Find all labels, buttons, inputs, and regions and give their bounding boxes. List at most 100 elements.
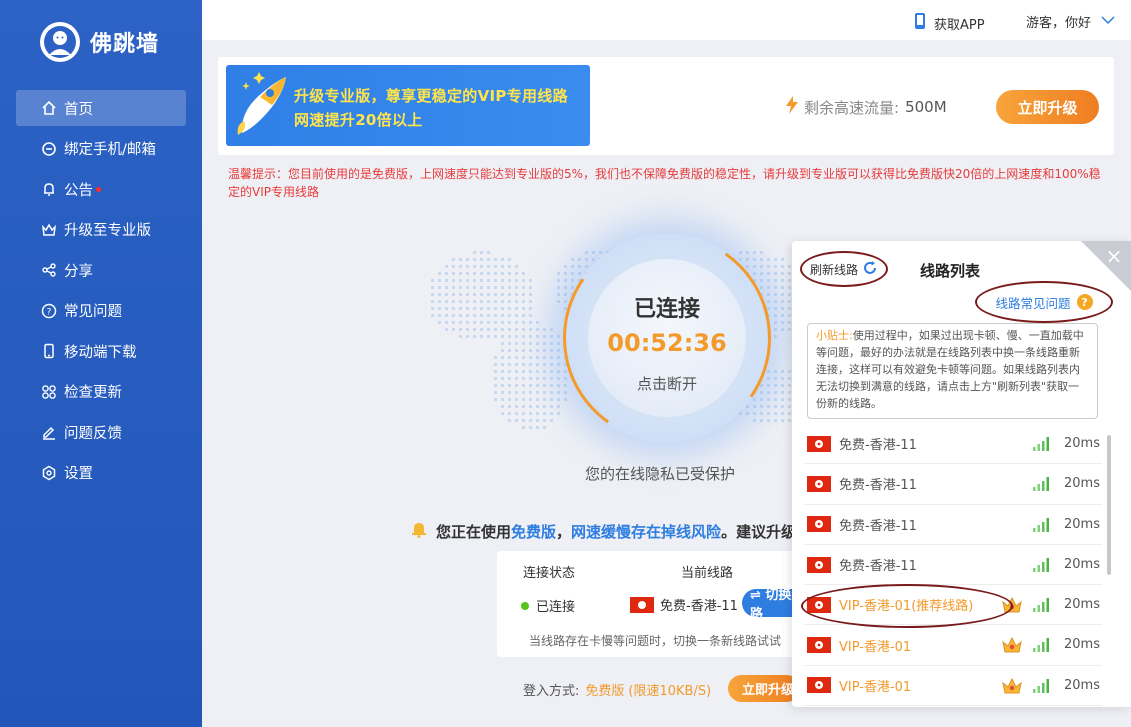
- crown-icon: [40, 221, 58, 239]
- promo-banner[interactable]: 升级专业版，尊享更稳定的VIP专用线路 网速提升20倍以上: [226, 65, 590, 146]
- sidebar-item-label: 公告: [64, 182, 93, 199]
- route-header: 当前线路: [681, 566, 734, 581]
- sidebar-item-label: 绑定手机/邮箱: [64, 142, 156, 158]
- route-item[interactable]: VIP-香港-01 20ms: [804, 625, 1102, 666]
- vip-crown-icon: [1002, 636, 1022, 658]
- route-list-scrollbar[interactable]: [1107, 435, 1111, 575]
- route-latency: 20ms: [1064, 556, 1100, 572]
- notice-prefix: 您正在使用: [436, 522, 512, 541]
- home-icon: [40, 99, 58, 117]
- sidebar-item-announcement[interactable]: 公告: [16, 171, 186, 207]
- hong-kong-flag-icon: [807, 475, 831, 492]
- route-faq-link[interactable]: 线路常见问题 ?: [975, 281, 1113, 323]
- route-latency: 20ms: [1064, 597, 1100, 613]
- sidebar-nav: 首页 绑定手机/邮箱 公告 升级至专业版 分享 ? 常见问题 移动端下载 检查更…: [16, 90, 186, 495]
- upgrade-now-button[interactable]: 立即升级: [996, 90, 1099, 124]
- switch-tip: 当线路存在卡慢等问题时，切换一条新线路试试: [529, 634, 782, 648]
- promo-title: 升级专业版，尊享更稳定的VIP专用线路: [294, 87, 568, 105]
- user-menu[interactable]: 游客，你好: [1026, 12, 1115, 31]
- traffic-value: 500M: [905, 98, 947, 116]
- sidebar-item-settings[interactable]: 设置: [16, 455, 186, 491]
- upgrade-now-small-button[interactable]: 立即升级: [728, 675, 800, 702]
- signal-strength-icon: [1033, 477, 1049, 492]
- svg-text:?: ?: [47, 307, 52, 317]
- promo-subtitle: 网速提升20倍以上: [294, 111, 423, 129]
- tips-text: 使用过程中，如果过出现卡顿、慢、一直加载中等问题，最好的办法就是在线路列表中换一…: [816, 329, 1084, 410]
- hong-kong-flag-icon: [807, 435, 831, 452]
- disconnect-label: 点击断开: [636, 375, 697, 393]
- get-app-label: 获取APP: [934, 17, 985, 33]
- login-label: 登入方式:: [523, 684, 580, 699]
- route-name: 免费-香港-11: [839, 478, 917, 494]
- warning-notice: 温馨提示：您目前使用的是免费版，上网速度只能达到专业版的5%，我们也不保障免费版…: [228, 167, 1101, 199]
- sidebar-item-label: 移动端下载: [64, 344, 137, 361]
- sidebar-item-label: 问题反馈: [64, 425, 122, 442]
- sidebar-item-feedback[interactable]: 问题反馈: [16, 414, 186, 450]
- route-item[interactable]: VIP-香港-01 20ms: [804, 666, 1102, 707]
- notice-suffix: 。建议升级: [721, 522, 795, 541]
- user-greeting: 游客，你好: [1026, 16, 1092, 31]
- connection-status: 已连接: [521, 596, 575, 615]
- rocket-icon: [232, 71, 290, 145]
- sidebar-item-faq[interactable]: ? 常见问题: [16, 293, 186, 329]
- status-header: 连接状态: [523, 566, 576, 581]
- route-list: 免费-香港-11 20ms 免费-香港-11 20ms 免费-香港-11 20ms 免费-香…: [804, 424, 1102, 707]
- get-app-link[interactable]: 获取APP: [914, 12, 985, 34]
- edit-icon: [40, 423, 58, 441]
- disconnect-dial-button[interactable]: 已连接 00:52:36 点击断开: [588, 259, 746, 417]
- switch-route-button[interactable]: ⇌ 切换线路: [742, 588, 797, 622]
- sidebar-item-bind[interactable]: 绑定手机/邮箱: [16, 131, 186, 167]
- connection-status-value: 已连接: [536, 600, 576, 615]
- notice-slow: 网速缓慢存在掉线风险: [571, 522, 722, 541]
- lightning-icon: [786, 96, 798, 118]
- route-item[interactable]: 免费-香港-11 20ms: [804, 464, 1102, 505]
- route-name: VIP-香港-01: [839, 639, 912, 655]
- sidebar-item-label: 升级至专业版: [64, 223, 151, 239]
- upgrade-banner-card: 升级专业版，尊享更稳定的VIP专用线路 网速提升20倍以上 剩余高速流量: 50…: [218, 57, 1114, 155]
- app-name: 佛跳墙: [90, 32, 160, 57]
- tips-label: 小贴士:: [816, 329, 853, 342]
- sidebar-item-share[interactable]: 分享: [16, 252, 186, 288]
- login-plan: 免费版: [585, 684, 625, 699]
- route-name: 免费-香港-11: [839, 559, 917, 575]
- connection-info-card: 连接状态 当前线路 已连接 免费-香港-11 ⇌ 切换线路 当线路存在卡慢等问题…: [497, 551, 797, 657]
- route-item[interactable]: VIP-香港-01(推荐线路) 20ms: [804, 585, 1102, 626]
- route-faq-label: 线路常见问题: [995, 295, 1071, 311]
- route-name: VIP-香港-01(推荐线路): [839, 599, 974, 615]
- chevron-down-icon: [1101, 14, 1115, 29]
- hong-kong-flag-icon: [807, 556, 831, 573]
- sidebar-item-label: 常见问题: [64, 304, 122, 320]
- signal-strength-icon: [1033, 598, 1049, 613]
- bell-alert-icon: [410, 520, 428, 542]
- sidebar-item-label: 首页: [64, 101, 93, 118]
- connection-timer: 00:52:36: [607, 329, 727, 357]
- sidebar-item-home[interactable]: 首页: [16, 90, 186, 126]
- remaining-traffic: 剩余高速流量: 500M: [786, 96, 947, 118]
- refresh-label: 刷新线路: [809, 262, 858, 277]
- phone-icon: [40, 342, 58, 360]
- current-route: 免费-香港-11: [627, 595, 738, 614]
- update-icon: [40, 383, 58, 401]
- sidebar-item-upgrade[interactable]: 升级至专业版: [16, 212, 186, 248]
- question-icon: ?: [1076, 294, 1093, 310]
- hong-kong-flag-icon: [807, 637, 831, 654]
- signal-strength-icon: [1033, 678, 1049, 693]
- bind-icon: [40, 140, 58, 158]
- app-logo: 佛跳墙: [40, 22, 159, 62]
- free-version-notice: 您正在使用 免费版 ， 网速缓慢存在掉线风险 。建议升级: [410, 520, 795, 542]
- route-name: 免费-香港-11: [839, 518, 917, 534]
- route-item[interactable]: 免费-香港-11 20ms: [804, 545, 1102, 586]
- notice-separator: ，: [556, 522, 572, 541]
- route-item[interactable]: 免费-香港-11 20ms: [804, 424, 1102, 465]
- sidebar-item-label: 设置: [64, 466, 93, 482]
- sidebar-item-check-update[interactable]: 检查更新: [16, 374, 186, 410]
- sidebar-item-mobile-download[interactable]: 移动端下载: [16, 333, 186, 369]
- route-item[interactable]: 免费-香港-11 20ms: [804, 505, 1102, 545]
- route-name: VIP-香港-01: [839, 679, 912, 695]
- signal-strength-icon: [1033, 557, 1049, 572]
- close-icon[interactable]: ×: [1103, 245, 1125, 267]
- login-method: 登入方式: 免费版 (限速10KB/S): [523, 680, 711, 699]
- route-list-title: 线路列表: [920, 262, 981, 280]
- connection-status-text: 已连接: [633, 297, 700, 322]
- refresh-routes-button[interactable]: 刷新线路: [800, 251, 888, 287]
